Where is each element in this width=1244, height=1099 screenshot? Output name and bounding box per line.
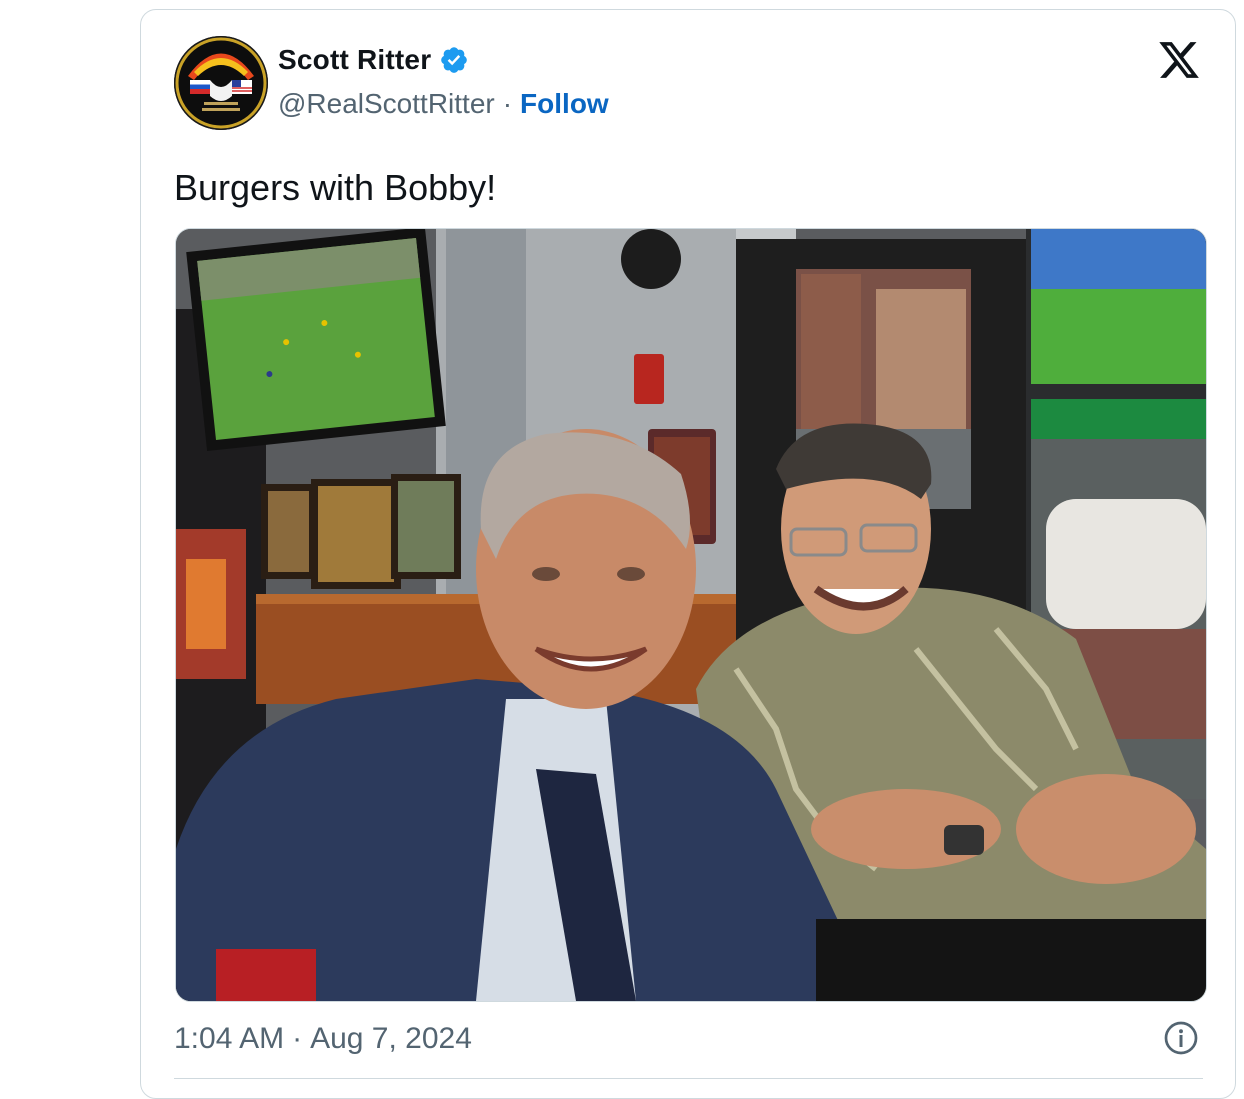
info-icon[interactable] (1163, 1020, 1199, 1056)
handle-separator: · (502, 88, 513, 119)
author-avatar[interactable] (174, 36, 268, 130)
avatar-image (174, 36, 268, 130)
tweet-date: Aug 7, 2024 (310, 1022, 472, 1055)
timestamp-separator: · (292, 1022, 303, 1055)
follow-button[interactable]: Follow (520, 88, 609, 120)
divider (174, 1078, 1203, 1079)
x-logo-icon[interactable] (1157, 38, 1201, 82)
author-handle[interactable]: @RealScottRitter (278, 88, 495, 120)
tweet-photo[interactable] (175, 228, 1207, 1002)
tweet-card[interactable]: Scott Ritter @RealScottRitter · Follow B… (140, 9, 1236, 1099)
verified-badge-icon (441, 47, 468, 73)
tweet-text: Burgers with Bobby! (174, 167, 497, 208)
author-name[interactable]: Scott Ritter (278, 44, 431, 76)
author-handle-row: @RealScottRitter · Follow (278, 88, 609, 120)
tweet-time: 1:04 AM (174, 1022, 285, 1055)
tweet-timestamp[interactable]: 1:04 AM · Aug 7, 2024 (174, 1022, 472, 1056)
author-name-row: Scott Ritter (278, 44, 469, 76)
photo-illustration (176, 229, 1206, 1001)
